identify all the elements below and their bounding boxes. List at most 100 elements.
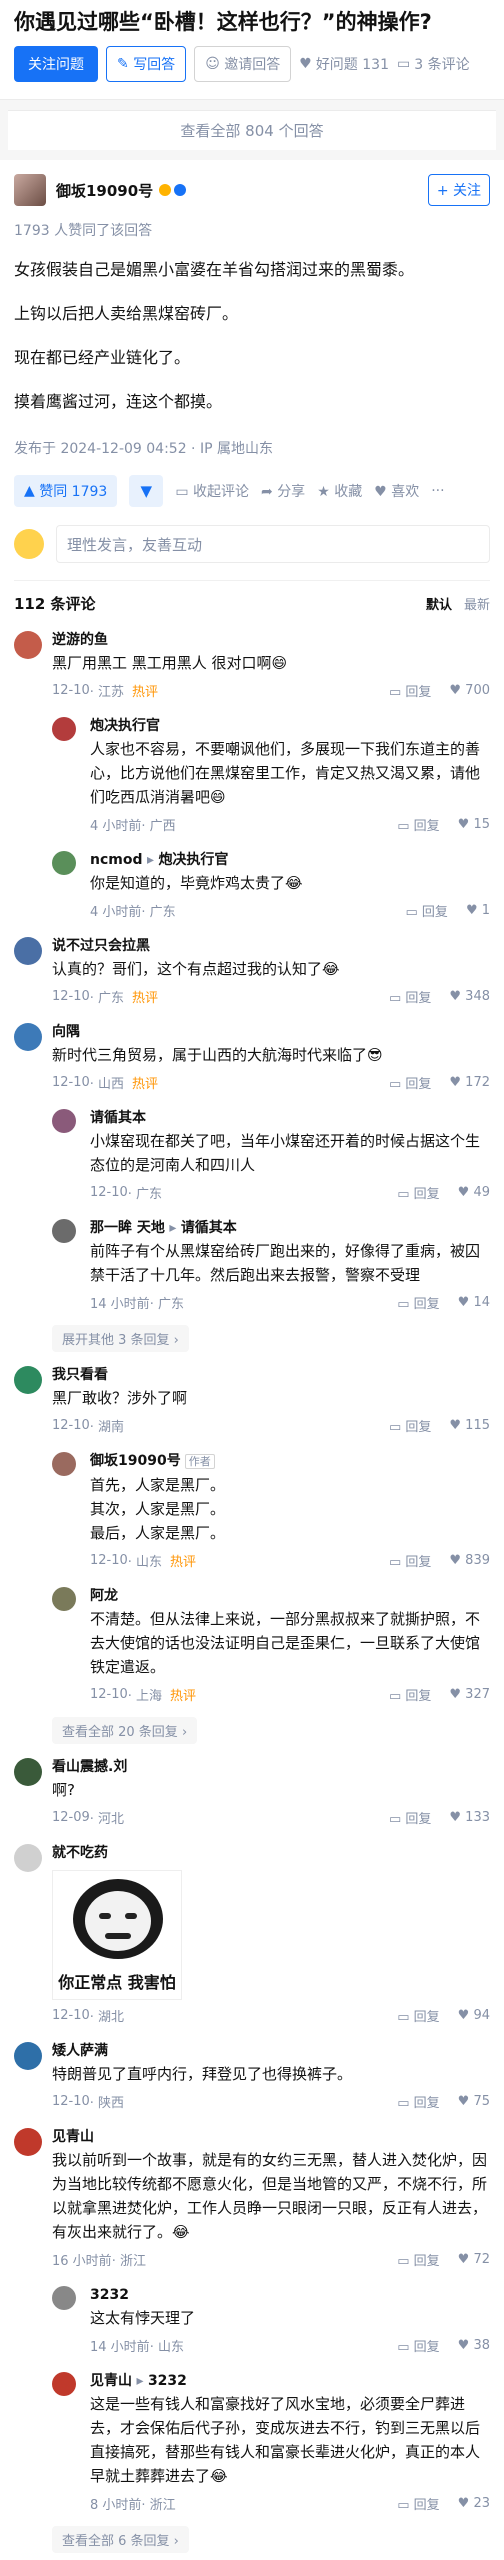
- reply-to-name[interactable]: 请循其本: [181, 1220, 237, 1236]
- reply-button[interactable]: ▭ 回复: [397, 2250, 439, 2269]
- avatar[interactable]: [52, 1109, 76, 1133]
- follow-question-button[interactable]: 关注问题: [14, 46, 98, 82]
- like-count[interactable]: ♥ 348: [449, 989, 490, 1004]
- commenter-name-text[interactable]: 炮决执行官: [90, 718, 160, 734]
- avatar[interactable]: [14, 2042, 42, 2070]
- commenter-name[interactable]: 见青山 ▸ 3232: [90, 2370, 490, 2392]
- like-count[interactable]: ♥ 49: [458, 1185, 490, 1200]
- like-count[interactable]: ♥ 172: [449, 1075, 490, 1090]
- collapse-comments-button[interactable]: ▭ 收起评论: [175, 481, 249, 501]
- avatar[interactable]: [52, 2286, 76, 2310]
- commenter-name[interactable]: 矮人萨满: [52, 2040, 490, 2062]
- commenter-name[interactable]: 说不过只会拉黑: [52, 935, 490, 957]
- more-icon[interactable]: ···: [431, 483, 444, 499]
- commenter-name-text[interactable]: 御坂19090号: [90, 1453, 181, 1469]
- like-count[interactable]: ♥ 75: [458, 2094, 490, 2109]
- write-answer-button[interactable]: ✎ 写回答: [106, 46, 187, 82]
- avatar[interactable]: [52, 1587, 76, 1611]
- commenter-name-text[interactable]: 看山震撼.刘: [52, 1759, 127, 1775]
- reply-button[interactable]: ▭ 回复: [397, 815, 439, 834]
- like-count[interactable]: ♥ 38: [458, 2338, 490, 2353]
- commenter-name[interactable]: 请循其本: [90, 1107, 490, 1129]
- commenter-name-text[interactable]: 见青山: [90, 2373, 132, 2389]
- sort-default-tab[interactable]: 默认: [426, 594, 452, 613]
- reply-button[interactable]: ▭ 回复: [389, 1551, 431, 1570]
- reply-button[interactable]: ▭ 回复: [406, 901, 448, 920]
- like-count[interactable]: ♥ 14: [458, 1295, 490, 1310]
- downvote-button[interactable]: ▼: [129, 475, 164, 507]
- avatar[interactable]: [14, 174, 46, 206]
- reply-button[interactable]: ▭ 回复: [397, 2336, 439, 2355]
- reply-button[interactable]: ▭ 回复: [389, 1416, 431, 1435]
- reply-button[interactable]: ▭ 回复: [389, 681, 431, 700]
- like-count[interactable]: ♥ 700: [449, 683, 490, 698]
- avatar[interactable]: [14, 937, 42, 965]
- commenter-name-text[interactable]: 那一眸 天地: [90, 1220, 165, 1236]
- commenter-name-text[interactable]: 我只看看: [52, 1367, 108, 1383]
- avatar[interactable]: [52, 851, 76, 875]
- commenter-name[interactable]: 炮决执行官: [90, 715, 490, 737]
- sort-latest-tab[interactable]: 最新: [464, 594, 490, 613]
- commenter-name[interactable]: 御坂19090号 作者: [90, 1450, 490, 1473]
- commenter-name[interactable]: 逆游的鱼: [52, 629, 490, 651]
- like-count[interactable]: ♥ 72: [458, 2252, 490, 2267]
- avatar[interactable]: [52, 717, 76, 741]
- avatar[interactable]: [14, 1366, 42, 1394]
- avatar[interactable]: [52, 1219, 76, 1243]
- expand-replies-link[interactable]: 展开其他 3 条回复 ›: [52, 1325, 189, 1352]
- avatar[interactable]: [14, 1758, 42, 1786]
- reply-button[interactable]: ▭ 回复: [397, 2092, 439, 2111]
- like-count[interactable]: ♥ 15: [458, 817, 490, 832]
- like-button[interactable]: ♥ 喜欢: [374, 481, 419, 501]
- like-count[interactable]: ♥ 327: [449, 1687, 490, 1702]
- reply-button[interactable]: ▭ 回复: [397, 2006, 439, 2025]
- like-count[interactable]: ♥ 94: [458, 2008, 490, 2023]
- like-count[interactable]: ♥ 1: [466, 903, 490, 918]
- question-comments-button[interactable]: ▭ 3 条评论: [397, 54, 470, 74]
- commenter-name[interactable]: 向隅: [52, 1021, 490, 1043]
- commenter-name-text[interactable]: 说不过只会拉黑: [52, 938, 150, 954]
- avatar[interactable]: [14, 631, 42, 659]
- comment-input[interactable]: 理性发言，友善互动: [56, 525, 490, 563]
- commenter-name[interactable]: 那一眸 天地 ▸ 请循其本: [90, 1217, 490, 1239]
- commenter-name-text[interactable]: 就不吃药: [52, 1845, 108, 1861]
- like-count[interactable]: ♥ 133: [449, 1810, 490, 1825]
- reply-button[interactable]: ▭ 回复: [389, 987, 431, 1006]
- invite-answer-button[interactable]: ☺ 邀请回答: [194, 46, 292, 82]
- commenter-name[interactable]: 就不吃药: [52, 1842, 490, 1864]
- avatar[interactable]: [14, 1844, 42, 1872]
- commenter-name[interactable]: 见青山: [52, 2126, 490, 2148]
- commenter-name-text[interactable]: 3232: [90, 2287, 129, 2303]
- reply-button[interactable]: ▭ 回复: [397, 1293, 439, 1312]
- like-count[interactable]: ♥ 115: [449, 1418, 490, 1433]
- reply-to-name[interactable]: 炮决执行官: [158, 852, 228, 868]
- commenter-name-text[interactable]: 请循其本: [90, 1110, 146, 1126]
- reply-to-name[interactable]: 3232: [148, 2373, 187, 2389]
- commenter-name-text[interactable]: 向隅: [52, 1024, 80, 1040]
- share-button[interactable]: ➦ 分享: [261, 481, 305, 501]
- avatar[interactable]: [52, 2372, 76, 2396]
- reply-button[interactable]: ▭ 回复: [397, 1183, 439, 1202]
- commenter-name-text[interactable]: 逆游的鱼: [52, 632, 108, 648]
- avatar[interactable]: [14, 2128, 42, 2156]
- commenter-name[interactable]: ncmod ▸ 炮决执行官: [90, 849, 490, 871]
- reply-button[interactable]: ▭ 回复: [389, 1685, 431, 1704]
- follow-author-button[interactable]: + 关注: [427, 174, 490, 206]
- view-all-answers-link[interactable]: 查看全部 804 个回答: [8, 110, 496, 150]
- commenter-name-text[interactable]: 矮人萨满: [52, 2043, 108, 2059]
- favorite-button[interactable]: ★ 收藏: [317, 481, 362, 501]
- expand-replies-link[interactable]: 查看全部 20 条回复 ›: [52, 1717, 198, 1744]
- commenter-name-text[interactable]: ncmod: [90, 852, 143, 868]
- upvote-button[interactable]: ▲ 赞同 1793: [14, 475, 118, 507]
- commenter-name[interactable]: 3232: [90, 2284, 490, 2306]
- commenter-name-text[interactable]: 见青山: [52, 2129, 94, 2145]
- commenter-name[interactable]: 阿龙: [90, 1585, 490, 1607]
- like-count[interactable]: ♥ 23: [458, 2496, 490, 2511]
- expand-replies-link[interactable]: 查看全部 6 条回复 ›: [52, 2526, 189, 2553]
- commenter-name[interactable]: 看山震撼.刘: [52, 1756, 490, 1778]
- reply-button[interactable]: ▭ 回复: [397, 2494, 439, 2513]
- good-question-button[interactable]: ♥ 好问题 131: [299, 54, 389, 74]
- commenter-name[interactable]: 我只看看: [52, 1364, 490, 1386]
- like-count[interactable]: ♥ 839: [449, 1553, 490, 1568]
- question-title[interactable]: 你遇见过哪些“卧槽！这样也行？”的神操作?: [14, 0, 490, 44]
